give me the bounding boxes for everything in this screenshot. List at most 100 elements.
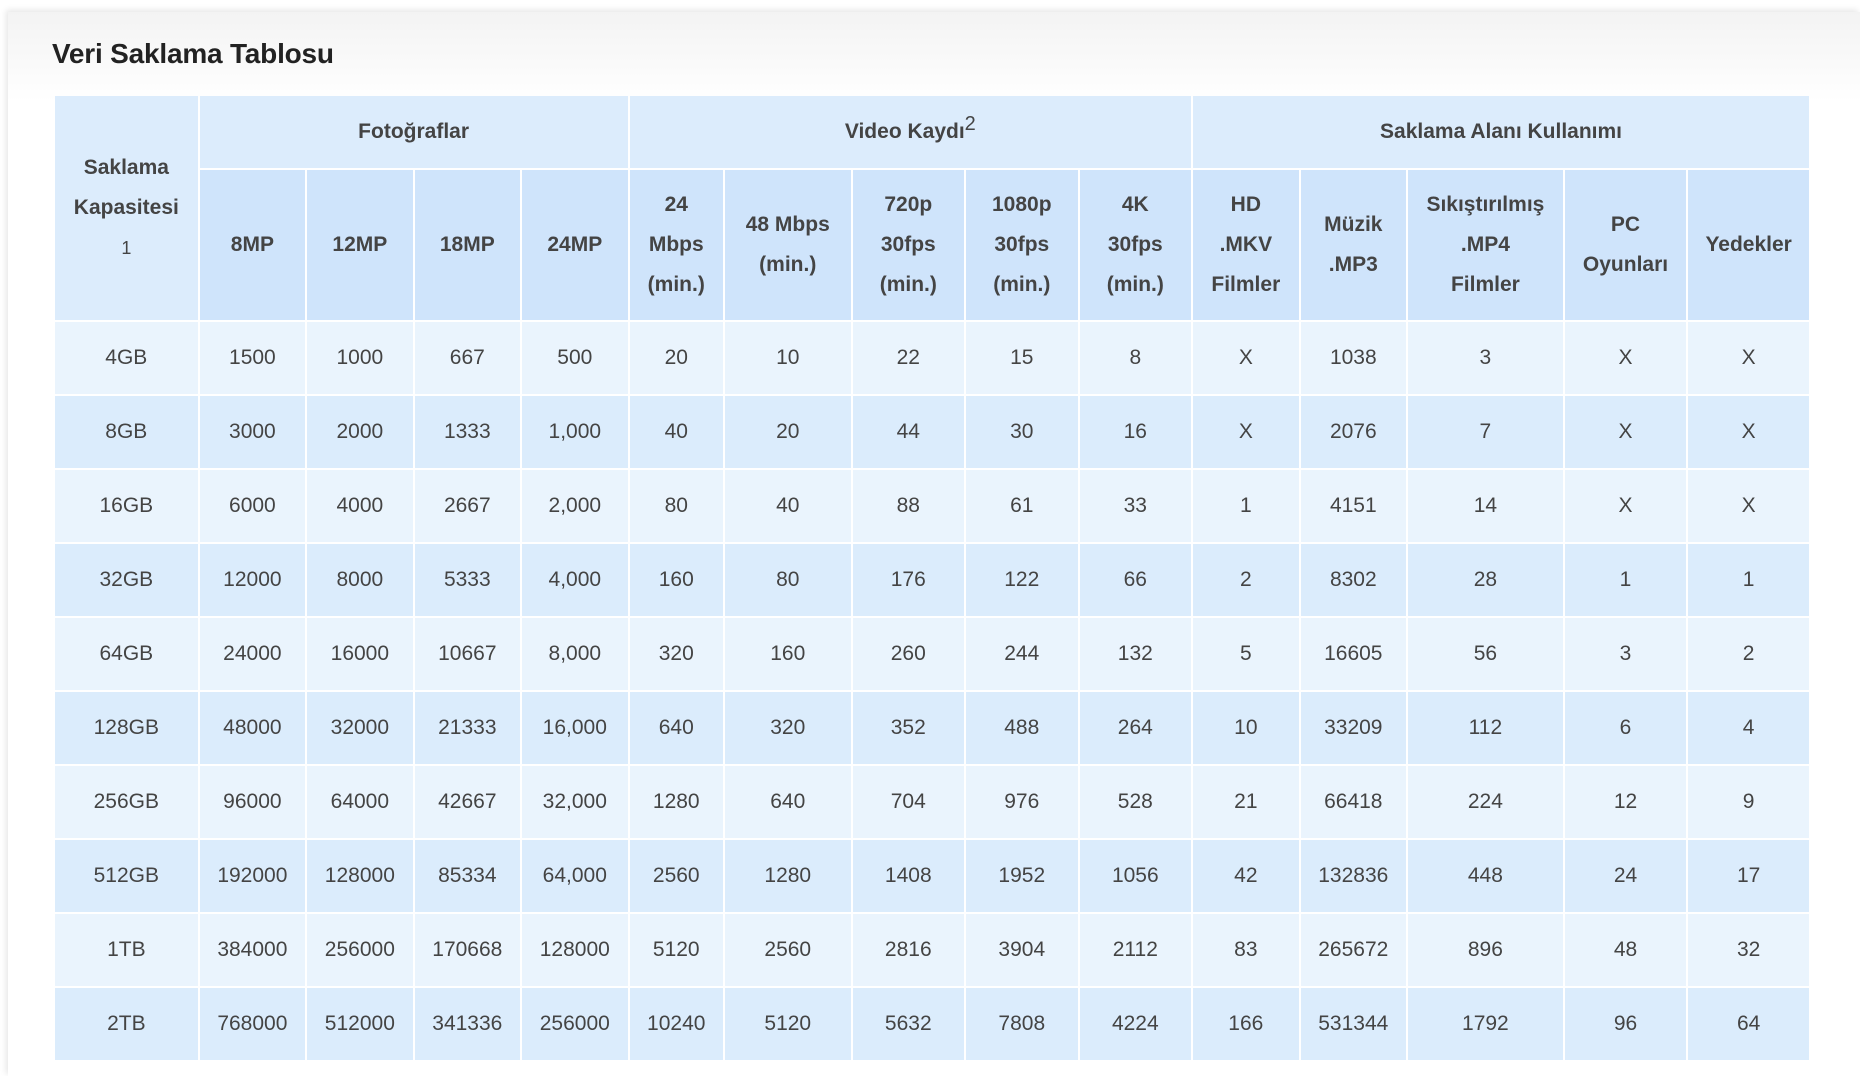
column-header-text: .MP4: [1460, 233, 1510, 256]
table-cell: 1: [1564, 544, 1687, 616]
table-cell: 80: [629, 470, 723, 542]
table-cell: 488: [966, 692, 1078, 764]
table-cell: 500: [522, 322, 628, 394]
capacity-cell: 256GB: [55, 766, 198, 838]
table-cell: 4000: [307, 470, 413, 542]
capacity-cell: 512GB: [55, 840, 198, 912]
table-cell: 12000: [199, 544, 306, 616]
group-header-row: Saklama Kapasitesi 1 Fotoğraflar Video K…: [55, 96, 1809, 320]
column-header-text: Sıkıştırılmış: [1426, 193, 1545, 216]
table-cell: X: [1564, 470, 1687, 542]
page: Veri Saklama Tablosu Saklama Kapasitesi: [0, 0, 1860, 1076]
column-header-text: 1080p: [992, 193, 1052, 216]
column-header-12mp: 12MP: [307, 170, 413, 320]
table-cell: 1952: [966, 840, 1078, 912]
photos-group-header: Fotoğraflar: [199, 96, 628, 168]
table-cell: 16000: [307, 618, 413, 690]
table-cell: 260: [852, 618, 965, 690]
table-row: 16GB 6000 4000 2667 2,000 80 40 88 61 33 1 4151 14 X X: [55, 470, 1809, 542]
column-header-text: Müzik: [1324, 213, 1383, 236]
table-row: 4GB 1500 1000 667 500 20 10 22 15 8 X 1038 3 X X: [55, 322, 1809, 394]
table-cell: 2816: [852, 914, 965, 986]
table-cell: 448: [1408, 840, 1563, 912]
table-cell: 2112: [1079, 914, 1192, 986]
capacity-cell: 1TB: [55, 914, 198, 986]
column-header-text: .MKV: [1219, 233, 1273, 256]
column-header-24mp: 24MP: [522, 170, 628, 320]
column-header-text: 18MP: [439, 233, 495, 256]
column-header-text: 30fps: [1107, 233, 1163, 256]
table-cell: X: [1688, 470, 1809, 542]
table-cell: 8000: [307, 544, 413, 616]
column-header-text: (min.): [1106, 273, 1164, 296]
table-cell: 10: [1193, 692, 1299, 764]
table-cell: 3904: [966, 914, 1078, 986]
video-group-header: Video Kaydı2: [629, 96, 1192, 168]
table-cell: 976: [966, 766, 1078, 838]
table-cell: 7808: [966, 988, 1078, 1060]
column-header-text: 30fps: [880, 233, 936, 256]
table-cell: 8: [1079, 322, 1192, 394]
capacity-header-line1: Saklama: [83, 156, 169, 179]
table-row: 32GB 12000 8000 5333 4,000 160 80 176 122 66 2 8302…: [55, 544, 1809, 616]
table-cell: 33209: [1300, 692, 1407, 764]
table-cell: 256000: [522, 988, 628, 1060]
table-cell: 341336: [414, 988, 521, 1060]
table-cell: 8,000: [522, 618, 628, 690]
table-cell: X: [1193, 322, 1299, 394]
table-cell: 1500: [199, 322, 306, 394]
table-row: 2TB 768000 512000 341336 256000 10240 5120 5632…: [55, 988, 1809, 1060]
column-header-text: Yedekler: [1705, 233, 1792, 256]
column-header-text: 48 Mbps: [745, 213, 830, 236]
column-header-text: Mbps: [648, 233, 704, 256]
table-row: 8GB 3000 2000 1333 1,000 40 20 44 30 16 X 2076 7 X X: [55, 396, 1809, 468]
table-cell: 528: [1079, 766, 1192, 838]
table-cell: 7: [1408, 396, 1563, 468]
capacity-cell: 4GB: [55, 322, 198, 394]
table-cell: 32: [1688, 914, 1809, 986]
column-header-text: PC: [1610, 213, 1641, 236]
table-cell: 17: [1688, 840, 1809, 912]
table-cell: 15: [966, 322, 1078, 394]
column-header-text: (min.): [759, 253, 817, 276]
column-header-text: 24MP: [547, 233, 603, 256]
table-cell: 24: [1564, 840, 1687, 912]
table-cell: 640: [724, 766, 851, 838]
table-cell: 1280: [629, 766, 723, 838]
column-header-compressed-mp4: Sıkıştırılmış .MP4 Filmler: [1408, 170, 1563, 320]
table-cell: 22: [852, 322, 965, 394]
storage-table: Saklama Kapasitesi 1 Fotoğraflar Video K…: [53, 94, 1811, 1062]
table-cell: 42667: [414, 766, 521, 838]
table-cell: 9: [1688, 766, 1809, 838]
table-cell: 40: [724, 470, 851, 542]
table-cell: 640: [629, 692, 723, 764]
column-header-hd-mkv: HD .MKV Filmler: [1193, 170, 1299, 320]
table-cell: 352: [852, 692, 965, 764]
column-header-text: HD: [1230, 193, 1261, 216]
table-cell: 20: [724, 396, 851, 468]
table-cell: 2667: [414, 470, 521, 542]
table-cell: 132: [1079, 618, 1192, 690]
capacity-cell: 8GB: [55, 396, 198, 468]
table-cell: 704: [852, 766, 965, 838]
column-header-text: Oyunları: [1582, 253, 1669, 276]
table-cell: 160: [629, 544, 723, 616]
table-cell: 512000: [307, 988, 413, 1060]
page-title: Veri Saklama Tablosu: [52, 38, 334, 69]
table-cell: 4: [1688, 692, 1809, 764]
column-header-text: (min.): [879, 273, 937, 296]
table-cell: 132836: [1300, 840, 1407, 912]
table-row: 512GB 192000 128000 85334 64,000 2560 1280 1408…: [55, 840, 1809, 912]
column-header-backups: Yedekler: [1688, 170, 1809, 320]
table-cell: 88: [852, 470, 965, 542]
column-header-text: Filmler: [1211, 273, 1281, 296]
table-cell: 80: [724, 544, 851, 616]
table-cell: 2000: [307, 396, 413, 468]
table-cell: 48: [1564, 914, 1687, 986]
table-cell: 1000: [307, 322, 413, 394]
table-cell: 320: [724, 692, 851, 764]
column-header-8mp: 8MP: [199, 170, 306, 320]
capacity-cell: 32GB: [55, 544, 198, 616]
table-cell: 85334: [414, 840, 521, 912]
table-cell: 1333: [414, 396, 521, 468]
